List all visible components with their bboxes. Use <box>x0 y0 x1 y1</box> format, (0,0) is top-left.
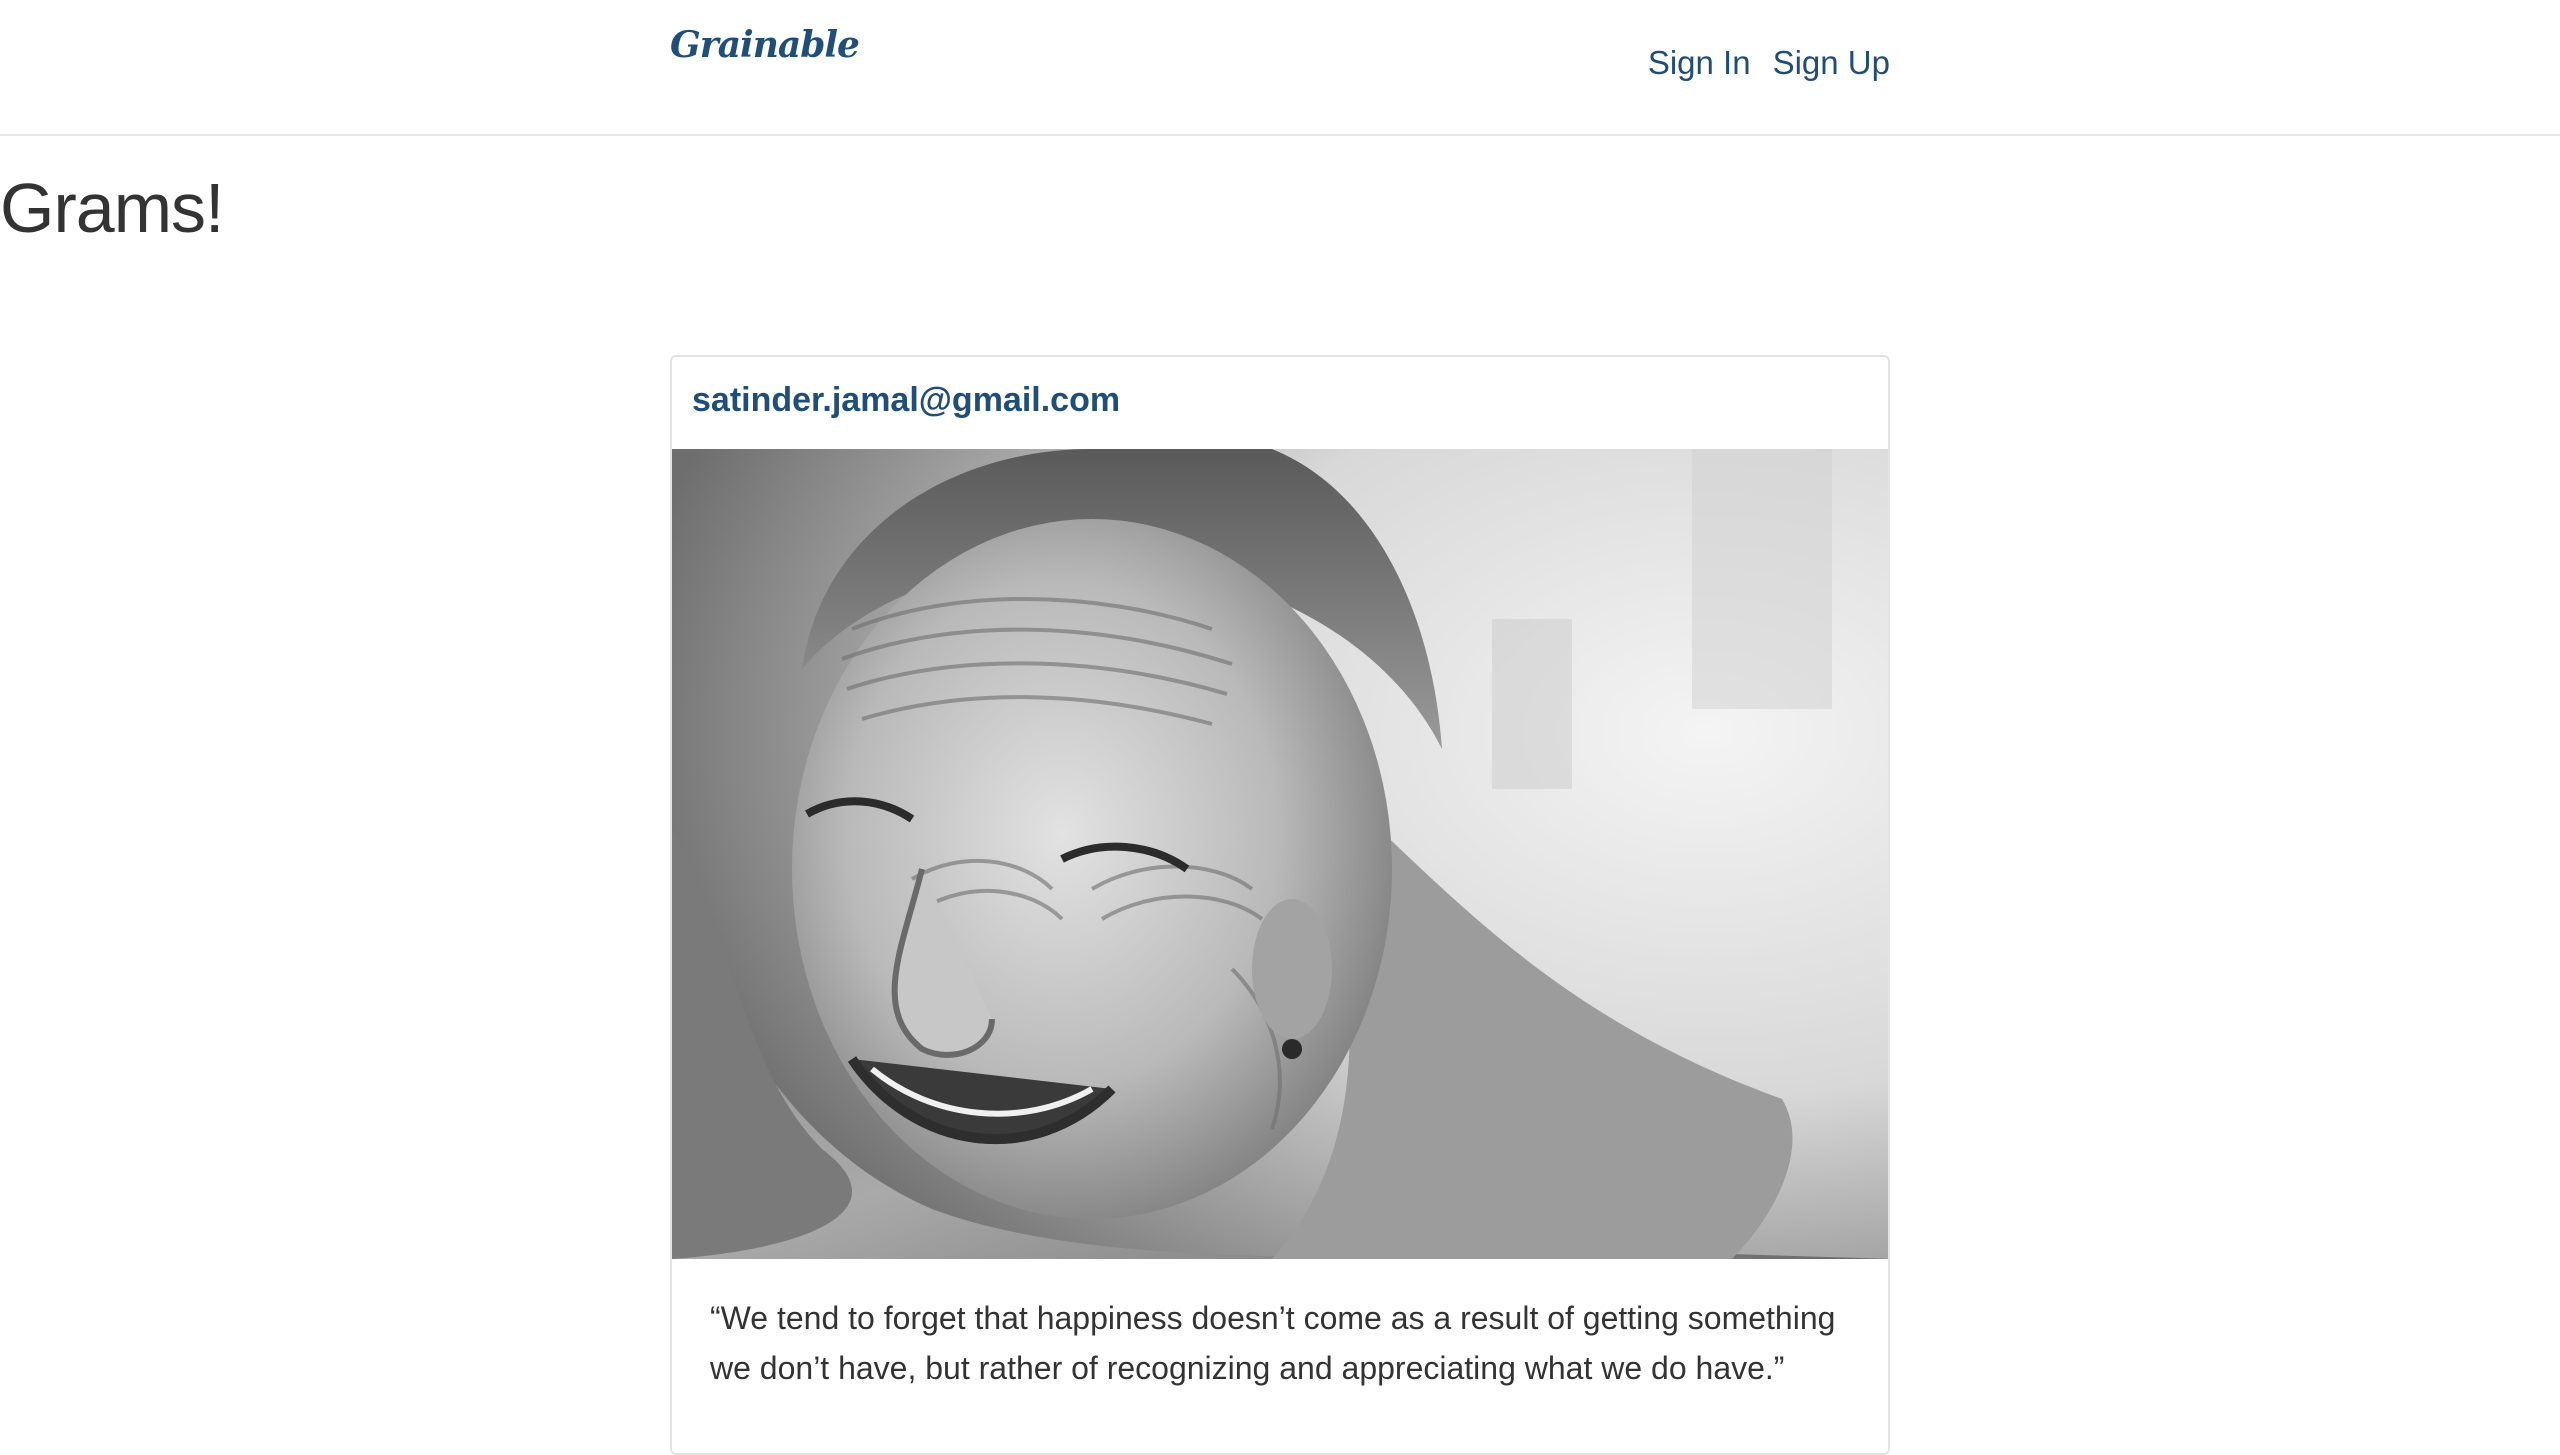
gram-card: satinder.jamal@gmail.com “We tend to for… <box>670 355 1890 1455</box>
page-title: Grams! <box>0 169 224 247</box>
sign-in-link[interactable]: Sign In <box>1648 44 1751 82</box>
nav-links: Sign In Sign Up <box>1648 44 1890 82</box>
brand-logo[interactable]: Grainable <box>670 24 860 66</box>
gram-author-link[interactable]: satinder.jamal@gmail.com <box>692 381 1120 419</box>
gram-card-header: satinder.jamal@gmail.com <box>672 357 1888 449</box>
sign-up-link[interactable]: Sign Up <box>1773 44 1890 82</box>
gram-caption: “We tend to forget that happiness doesn’… <box>710 1300 1836 1386</box>
top-navbar: Grainable Sign In Sign Up <box>0 0 2560 136</box>
gram-photo <box>672 449 1888 1259</box>
gram-card-body: “We tend to forget that happiness doesn’… <box>672 1259 1888 1393</box>
